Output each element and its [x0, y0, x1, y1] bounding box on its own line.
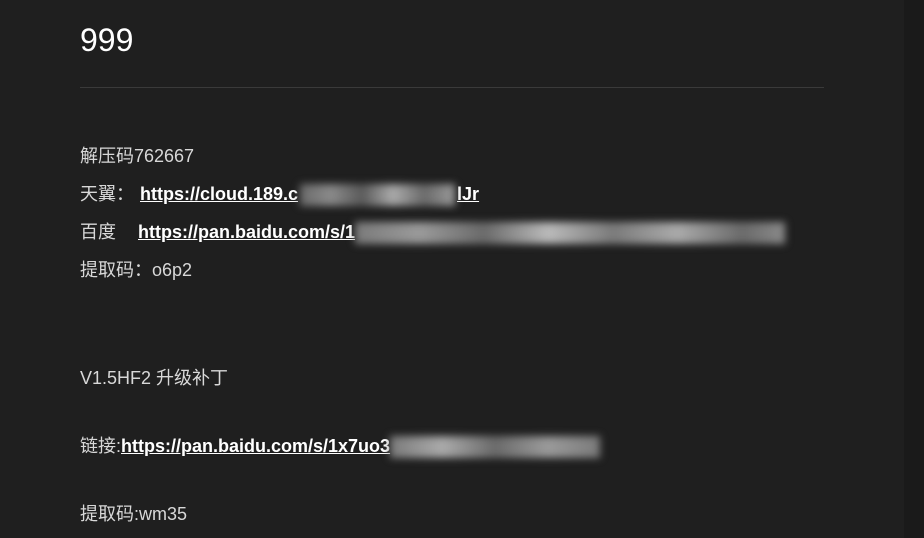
code-line-2: 提取码: wm35	[80, 501, 824, 528]
baidu-link-1[interactable]: https://pan.baidu.com/s/1	[138, 219, 355, 246]
patch-title: V1.5HF2 升级补丁	[80, 365, 228, 392]
page-title: 999	[80, 0, 824, 87]
baidu-label-2: 链接:	[80, 433, 121, 460]
baidu-line-1: 百度 https://pan.baidu.com/s/1	[80, 219, 824, 246]
code-line-1: 提取码： o6p2	[80, 257, 824, 284]
patch-title-line: V1.5HF2 升级补丁	[80, 365, 824, 392]
censored-block	[355, 222, 785, 244]
extract-code-line: 解压码762667	[80, 143, 824, 170]
divider	[80, 87, 824, 88]
baidu-line-2: 链接: https://pan.baidu.com/s/1x7uo3	[80, 433, 824, 460]
tianyi-link-prefix[interactable]: https://cloud.189.c	[140, 181, 298, 208]
tianyi-label: 天翼：	[80, 181, 134, 208]
content-container: 999 解压码762667 天翼： https://cloud.189.c lJ…	[0, 0, 904, 538]
tianyi-line: 天翼： https://cloud.189.c lJr	[80, 181, 824, 208]
code-label-1: 提取码：	[80, 257, 152, 284]
baidu-label-1: 百度	[80, 219, 116, 246]
censored-block	[390, 436, 600, 458]
extract-code-text: 解压码762667	[80, 143, 194, 170]
tianyi-link-suffix[interactable]: lJr	[457, 181, 479, 208]
code-label-2: 提取码:	[80, 501, 139, 528]
censored-block	[300, 184, 455, 206]
baidu-link-2[interactable]: https://pan.baidu.com/s/1x7uo3	[121, 433, 390, 460]
code-value-1: o6p2	[152, 257, 192, 284]
code-value-2: wm35	[139, 501, 187, 528]
